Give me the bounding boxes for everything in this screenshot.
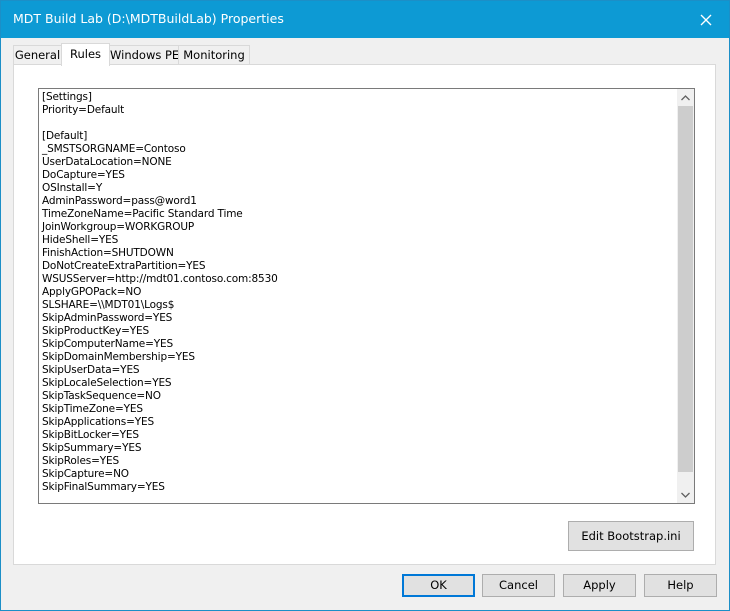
close-x-icon <box>700 14 712 25</box>
scrollbar-thumb[interactable] <box>678 106 693 472</box>
ok-button[interactable]: OK <box>402 574 475 597</box>
tab-general[interactable]: General <box>13 45 62 64</box>
scroll-up-button[interactable] <box>677 89 694 106</box>
chevron-up-icon <box>681 94 690 100</box>
rules-text-content[interactable]: [Settings] Priority=Default [Default] _S… <box>42 91 278 494</box>
rules-textarea[interactable]: [Settings] Priority=Default [Default] _S… <box>38 88 695 504</box>
cancel-button[interactable]: Cancel <box>482 574 555 597</box>
rules-tab-panel: [Settings] Priority=Default [Default] _S… <box>13 64 716 565</box>
close-button[interactable] <box>683 1 729 38</box>
tab-windows-pe[interactable]: Windows PE <box>109 45 179 64</box>
properties-dialog: MDT Build Lab (D:\MDTBuildLab) Propertie… <box>0 0 730 611</box>
tab-monitoring[interactable]: Monitoring <box>178 45 250 64</box>
window-title: MDT Build Lab (D:\MDTBuildLab) Propertie… <box>13 11 284 26</box>
edit-bootstrap-button[interactable]: Edit Bootstrap.ini <box>568 521 694 551</box>
tab-rules[interactable]: Rules <box>61 43 110 66</box>
title-bar[interactable]: MDT Build Lab (D:\MDTBuildLab) Propertie… <box>1 1 729 38</box>
apply-button[interactable]: Apply <box>563 574 636 597</box>
chevron-down-icon <box>681 492 690 498</box>
scroll-down-button[interactable] <box>677 486 694 503</box>
vertical-scrollbar[interactable] <box>677 89 694 503</box>
help-button[interactable]: Help <box>644 574 717 597</box>
